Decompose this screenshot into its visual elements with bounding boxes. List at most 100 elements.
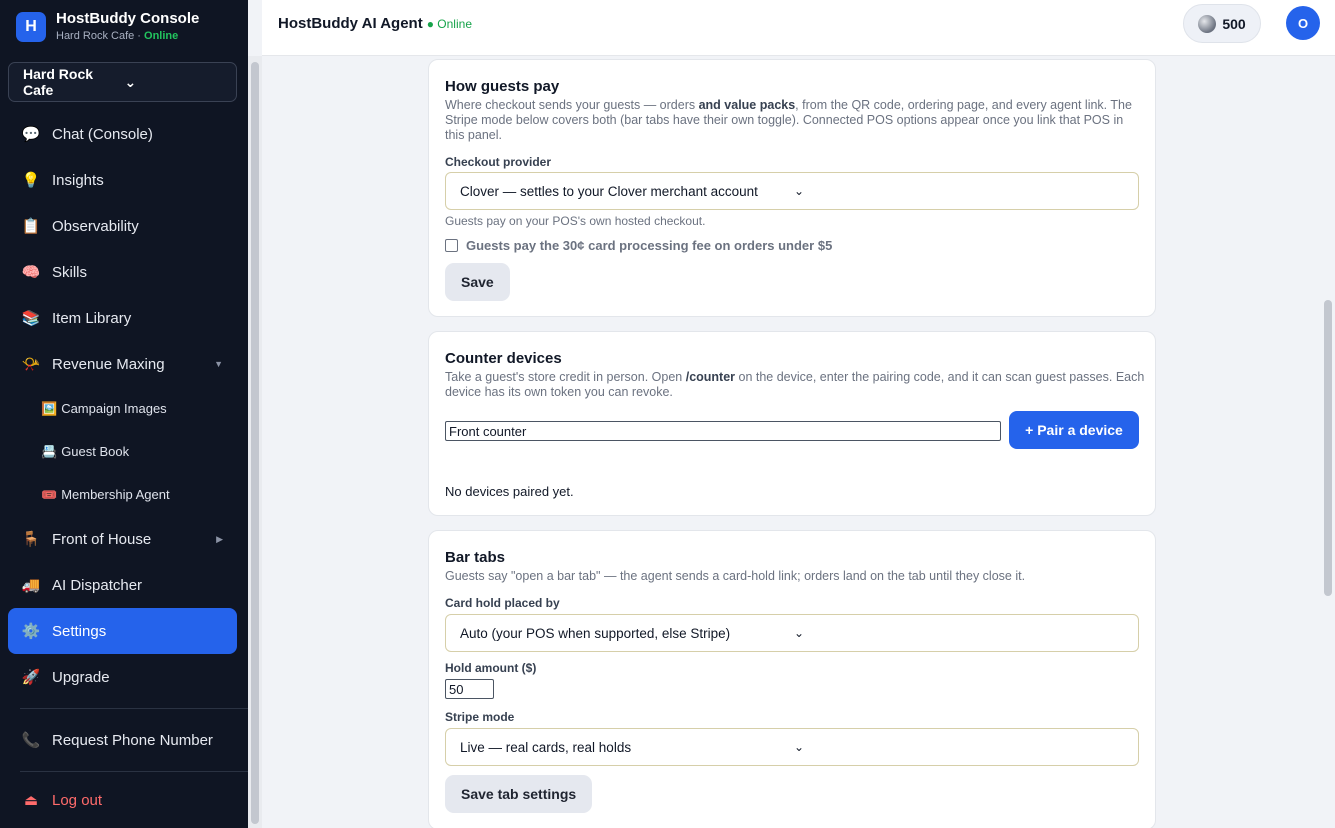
- card-hold-label: Card hold placed by: [445, 596, 560, 610]
- checkout-provider-value: Clover — settles to your Clover merchant…: [460, 183, 758, 199]
- bar-tabs-title: Bar tabs: [445, 549, 506, 566]
- sidebar-item-revenue-maxing[interactable]: 📯 Revenue Maxing ▼: [8, 341, 237, 387]
- scrollbar-thumb[interactable]: [251, 62, 259, 824]
- brand-logo: H: [16, 12, 46, 42]
- bar-tabs-card: Bar tabs Guests say "open a bar tab" — t…: [428, 530, 1156, 828]
- logout-button[interactable]: ⏏ Log out: [8, 780, 237, 820]
- sidebar-item-front-of-house[interactable]: 🪑 Front of House ▶: [8, 516, 237, 562]
- chevron-down-icon: ⌄: [794, 740, 805, 754]
- sidebar-subitem-label: Guest Book: [61, 444, 130, 459]
- sidebar-item-observability[interactable]: 📋 Observability: [8, 203, 237, 249]
- sidebar-nav: 💬 Chat (Console) 💡 Insights 📋 Observability…: [8, 111, 237, 700]
- device-name-input[interactable]: Front counter: [445, 421, 1001, 441]
- counter-devices-card: Counter devices Take a guest's store cre…: [428, 331, 1156, 516]
- payments-title: How guests pay: [445, 78, 560, 95]
- save-button[interactable]: Save: [445, 263, 510, 301]
- sidebar-item-ai-dispatcher[interactable]: 🚚 AI Dispatcher: [8, 562, 237, 608]
- sidebar-item-upgrade[interactable]: 🚀 Upgrade: [8, 654, 237, 700]
- horn-icon: 📯: [21, 356, 41, 373]
- brain-icon: 🧠: [21, 264, 41, 281]
- logout-label: Log out: [52, 791, 103, 809]
- sidebar-item-insights[interactable]: 💡 Insights: [8, 157, 237, 203]
- stripe-mode-select[interactable]: Live — real cards, real holds ⌄: [445, 728, 1139, 766]
- credits-value: 500: [1222, 15, 1246, 32]
- credits-badge[interactable]: 500: [1183, 4, 1261, 43]
- books-icon: 📚: [21, 310, 41, 327]
- no-devices-message: No devices paired yet.: [445, 484, 574, 499]
- pair-device-button[interactable]: + Pair a device: [1009, 411, 1139, 449]
- sidebar-item-settings[interactable]: ⚙️ Settings: [8, 608, 237, 654]
- brand: H HostBuddy Console Hard Rock Cafe · Onl…: [16, 10, 199, 44]
- sidebar-subitem-label: Membership Agent: [61, 487, 170, 502]
- caret-right-icon: ▶: [216, 533, 223, 544]
- sidebar-item-label: Chat (Console): [52, 125, 153, 143]
- counter-devices-title: Counter devices: [445, 350, 562, 367]
- page-title: HostBuddy AI Agent ● Online: [278, 15, 472, 32]
- counter-desc-text: Take a guest's store credit in person. O…: [445, 370, 686, 384]
- sidebar-subitem-label: Campaign Images: [61, 401, 167, 416]
- sidebar: H HostBuddy Console Hard Rock Cafe · Onl…: [0, 0, 258, 828]
- request-phone-number-label: Request Phone Number: [52, 731, 213, 749]
- hold-amount-label: Hold amount ($): [445, 661, 537, 675]
- sidebar-item-label: Skills: [52, 263, 88, 281]
- coin-icon: [1198, 14, 1217, 33]
- sidebar-item-label: Insights: [52, 171, 104, 189]
- counter-devices-description: Take a guest's store credit in person. O…: [445, 370, 1145, 400]
- sidebar-subitem-guest-book[interactable]: 📇 Guest Book: [8, 430, 237, 473]
- sidebar-subitem-campaign-images[interactable]: 🖼️ Campaign Images: [8, 387, 237, 430]
- card-hold-select[interactable]: Auto (your POS when supported, else Stri…: [445, 614, 1139, 652]
- save-tab-settings-button[interactable]: Save tab settings: [445, 775, 593, 813]
- avatar[interactable]: O: [1286, 6, 1320, 40]
- clipboard-icon: 📋: [21, 218, 41, 235]
- fee-checkbox-label: Guests pay the 30¢ card processing fee o…: [466, 238, 833, 253]
- agent-title-text: HostBuddy AI Agent: [278, 15, 423, 32]
- sidebar-item-label: Settings: [52, 622, 107, 640]
- payments-card: How guests pay Where checkout sends your…: [428, 59, 1156, 317]
- venue-select-value: Hard Rock Cafe: [23, 66, 94, 98]
- sidebar-item-item-library[interactable]: 📚 Item Library: [8, 295, 237, 341]
- chevron-down-icon: ⌄: [794, 184, 805, 198]
- sidebar-scrollbar[interactable]: [248, 56, 262, 828]
- agent-status: ● Online: [426, 17, 472, 31]
- payments-desc-bold: and value packs: [698, 98, 796, 112]
- sidebar-item-chat[interactable]: 💬 Chat (Console): [8, 111, 237, 157]
- venue-select[interactable]: Hard Rock Cafe ⌄: [8, 62, 237, 102]
- ticket-icon: 🎟️: [41, 486, 58, 502]
- sidebar-item-skills[interactable]: 🧠 Skills: [8, 249, 237, 295]
- payments-desc-text: Where checkout sends your guests — order…: [445, 98, 699, 112]
- fee-checkbox[interactable]: [445, 239, 458, 252]
- payments-description: Where checkout sends your guests — order…: [445, 98, 1145, 143]
- divider: [20, 708, 258, 709]
- chat-bubble-icon: 💬: [21, 126, 41, 143]
- checkout-provider-select[interactable]: Clover — settles to your Clover merchant…: [445, 172, 1139, 210]
- phone-icon: 📞: [21, 732, 41, 749]
- card-index-icon: 📇: [41, 443, 58, 459]
- checkout-provider-label: Checkout provider: [445, 155, 552, 169]
- brand-status: Online: [144, 30, 179, 42]
- brand-venue: Hard Rock Cafe ·: [56, 30, 145, 42]
- gear-icon: ⚙️: [21, 623, 41, 640]
- picture-icon: 🖼️: [41, 400, 58, 416]
- divider: [20, 771, 258, 772]
- sidebar-subitem-membership-agent[interactable]: 🎟️ Membership Agent: [8, 473, 237, 516]
- checkout-provider-hint: Guests pay on your POS's own hosted chec…: [445, 214, 706, 228]
- fee-checkbox-row[interactable]: Guests pay the 30¢ card processing fee o…: [445, 238, 832, 253]
- request-phone-number-button[interactable]: 📞 Request Phone Number: [8, 720, 237, 760]
- brand-subtitle: Hard Rock Cafe · Online: [56, 29, 199, 44]
- rocket-icon: 🚀: [21, 669, 41, 686]
- bar-tabs-description: Guests say "open a bar tab" — the agent …: [445, 569, 1026, 583]
- chevron-down-icon: ⌄: [794, 626, 805, 640]
- caret-down-icon: ▼: [214, 359, 223, 369]
- hold-amount-input[interactable]: 50: [445, 679, 494, 699]
- main-scrollbar[interactable]: [1321, 56, 1335, 828]
- sidebar-item-label: Upgrade: [52, 668, 110, 686]
- sidebar-item-label: Front of House: [52, 530, 152, 548]
- scrollbar-thumb[interactable]: [1324, 300, 1332, 596]
- counter-desc-bold: /counter: [685, 370, 736, 384]
- sidebar-item-label: Item Library: [52, 309, 132, 327]
- chair-icon: 🪑: [21, 531, 41, 548]
- chevron-down-icon: ⌄: [124, 73, 137, 90]
- sidebar-item-label: Observability: [52, 217, 139, 235]
- sidebar-item-label: Revenue Maxing: [52, 355, 165, 373]
- card-hold-value: Auto (your POS when supported, else Stri…: [460, 625, 731, 641]
